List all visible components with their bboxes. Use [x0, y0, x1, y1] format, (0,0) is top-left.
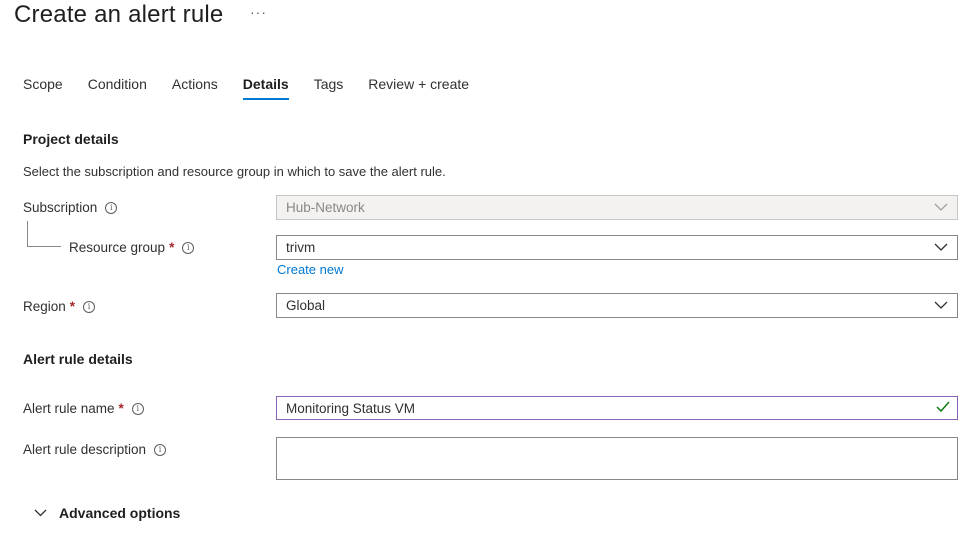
chevron-down-icon — [34, 509, 47, 517]
chevron-down-icon — [934, 242, 948, 252]
tree-connector — [27, 246, 61, 247]
tab-details[interactable]: Details — [242, 74, 289, 100]
project-details-heading: Project details — [23, 131, 119, 147]
resource-group-label: Resource group * i — [69, 240, 195, 255]
resource-group-select[interactable]: trivm — [276, 235, 958, 260]
resource-group-label-text: Resource group — [69, 240, 166, 255]
more-options-icon[interactable]: ··· — [250, 4, 267, 20]
create-new-link[interactable]: Create new — [277, 262, 343, 277]
info-icon[interactable]: i — [154, 443, 167, 456]
required-marker: * — [69, 299, 76, 314]
tab-review-create[interactable]: Review + create — [368, 74, 469, 100]
wizard-tabs: Scope Condition Actions Details Tags Rev… — [23, 74, 494, 102]
alert-rule-name-label: Alert rule name * i — [23, 401, 144, 416]
region-label: Region * i — [23, 299, 96, 314]
advanced-options-toggle[interactable]: Advanced options — [34, 505, 180, 521]
project-details-description: Select the subscription and resource gro… — [23, 164, 446, 179]
region-select[interactable]: Global — [276, 293, 958, 318]
tree-connector — [27, 221, 28, 246]
info-icon[interactable]: i — [83, 300, 96, 313]
tab-condition[interactable]: Condition — [88, 74, 147, 100]
subscription-label-text: Subscription — [23, 200, 98, 215]
info-icon[interactable]: i — [105, 201, 118, 214]
chevron-down-icon — [934, 300, 948, 310]
alert-rule-description-label-text: Alert rule description — [23, 442, 147, 457]
region-value: Global — [286, 298, 326, 313]
alert-rule-name-input[interactable]: Monitoring Status VM — [276, 396, 958, 420]
alert-rule-description-label: Alert rule description i — [23, 442, 167, 457]
page-title: Create an alert rule — [14, 1, 224, 28]
advanced-options-label: Advanced options — [59, 505, 181, 521]
required-marker: * — [169, 240, 175, 255]
tab-actions[interactable]: Actions — [172, 74, 218, 100]
checkmark-icon — [936, 401, 950, 416]
required-marker: * — [118, 401, 124, 416]
tab-scope[interactable]: Scope — [23, 74, 63, 100]
alert-rule-name-label-text: Alert rule name — [23, 401, 115, 416]
alert-rule-description-textarea[interactable] — [276, 437, 958, 480]
chevron-down-icon — [934, 202, 948, 212]
tab-tags[interactable]: Tags — [314, 74, 344, 100]
subscription-label: Subscription i — [23, 200, 118, 215]
alert-rule-name-value: Monitoring Status VM — [286, 400, 416, 416]
page-title-row: Create an alert rule — [14, 0, 223, 30]
resource-group-value: trivm — [286, 240, 316, 255]
info-icon[interactable]: i — [131, 402, 144, 415]
subscription-value: Hub-Network — [286, 200, 365, 215]
subscription-select: Hub-Network — [276, 195, 958, 220]
region-label-text: Region — [23, 299, 66, 314]
alert-rule-details-heading: Alert rule details — [23, 351, 133, 367]
info-icon[interactable]: i — [182, 241, 195, 254]
